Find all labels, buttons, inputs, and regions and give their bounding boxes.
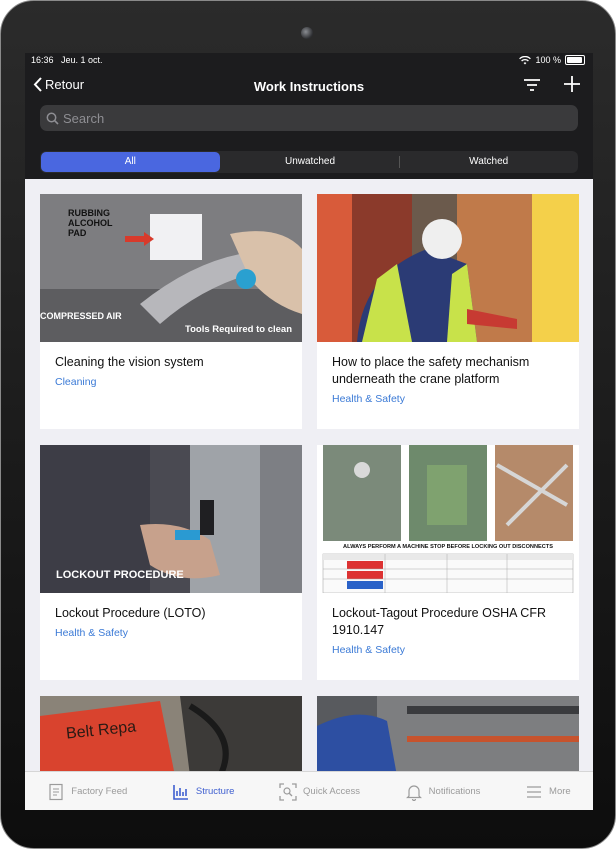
card-title: Lockout Procedure (LOTO) xyxy=(55,606,206,620)
plus-icon xyxy=(564,76,580,92)
card-category[interactable]: Health & Safety xyxy=(332,393,564,405)
feed-icon xyxy=(49,783,63,800)
card-thumbnail: LOCKOUT PROCEDURE xyxy=(40,445,302,593)
tab-more[interactable]: More xyxy=(525,783,571,801)
card-belt-repair[interactable]: Belt Repa xyxy=(40,696,302,771)
card-machine-operation[interactable] xyxy=(317,696,579,771)
menu-icon xyxy=(527,785,542,798)
status-time: 16:36 xyxy=(31,55,54,65)
card-thumbnail xyxy=(317,696,579,771)
tab-quick-access[interactable]: Quick Access xyxy=(279,782,361,801)
tab-structure[interactable]: Structure xyxy=(172,783,235,801)
card-category[interactable]: Health & Safety xyxy=(55,627,287,639)
card-safety-mechanism-crane[interactable]: How to place the safety mechanism undern… xyxy=(317,194,579,429)
card-lockout-procedure[interactable]: LOCKOUT PROCEDURE Lockout Procedure (LOT… xyxy=(40,445,302,680)
tab-notifications[interactable]: Notifications xyxy=(405,783,481,801)
thumbnail-label-lockout: LOCKOUT PROCEDURE xyxy=(56,569,184,581)
tab-watched[interactable]: Watched xyxy=(399,151,578,173)
thumbnail-label-tools: Tools Required to clean xyxy=(185,324,292,335)
scan-icon xyxy=(279,782,297,801)
card-cleaning-vision-system[interactable]: RUBBING ALCOHOL PAD COMPRESSED AIR Tools… xyxy=(40,194,302,429)
search-placeholder: Search xyxy=(63,110,105,126)
tab-bar: Factory Feed Structure Quick Access Noti… xyxy=(25,771,593,810)
card-thumbnail: ALWAYS PERFORM A MACHINE STOP BEFORE LOC… xyxy=(317,445,579,593)
search-input[interactable]: Search xyxy=(40,105,578,131)
status-date: Jeu. 1 oct. xyxy=(61,55,103,65)
card-category[interactable]: Health & Safety xyxy=(332,644,564,656)
tab-all[interactable]: All xyxy=(41,152,220,172)
bell-icon xyxy=(405,784,422,801)
tab-label: Notifications xyxy=(428,786,481,797)
tab-factory-feed[interactable]: Factory Feed xyxy=(47,783,127,801)
card-thumbnail: RUBBING ALCOHOL PAD COMPRESSED AIR Tools… xyxy=(40,194,302,342)
card-category[interactable]: Cleaning xyxy=(55,376,287,388)
page-title: Work Instructions xyxy=(253,79,365,94)
thumbnail-label-compressed-air: COMPRESSED AIR xyxy=(40,311,122,321)
thumbnail-banner: ALWAYS PERFORM A MACHINE STOP BEFORE LOC… xyxy=(343,544,553,550)
card-title: Cleaning the vision system xyxy=(55,355,204,369)
tablet-frame: 16:36 Jeu. 1 oct. 100 % Retour Work Inst… xyxy=(0,0,616,849)
instruction-grid: RUBBING ALCOHOL PAD COMPRESSED AIR Tools… xyxy=(25,179,593,771)
header-area: 16:36 Jeu. 1 oct. 100 % Retour Work Inst… xyxy=(25,53,593,179)
tab-label: More xyxy=(549,786,571,797)
tab-unwatched[interactable]: Unwatched xyxy=(221,151,400,173)
card-thumbnail xyxy=(317,194,579,342)
tab-label: Quick Access xyxy=(303,786,361,797)
wifi-icon xyxy=(519,55,532,64)
card-title: How to place the safety mechanism undern… xyxy=(332,355,530,386)
segmented-control: All Unwatched Watched xyxy=(40,151,578,173)
navigation-bar: Retour Work Instructions xyxy=(25,75,593,99)
card-title: Lockout-Tagout Procedure OSHA CFR 1910.1… xyxy=(332,606,546,637)
battery-percent: 100 % xyxy=(535,55,561,65)
screen: 16:36 Jeu. 1 oct. 100 % Retour Work Inst… xyxy=(25,53,593,810)
status-bar: 16:36 Jeu. 1 oct. 100 % xyxy=(31,55,585,69)
filter-button[interactable] xyxy=(523,77,541,98)
card-thumbnail: Belt Repa xyxy=(40,696,302,771)
thumbnail-label-alcohol: RUBBING ALCOHOL PAD xyxy=(68,208,113,238)
front-camera xyxy=(301,27,313,39)
battery-icon xyxy=(565,55,585,65)
card-lockout-tagout-osha[interactable]: ALWAYS PERFORM A MACHINE STOP BEFORE LOC… xyxy=(317,445,579,680)
tab-label: Factory Feed xyxy=(71,786,128,797)
tab-label: Structure xyxy=(195,786,235,797)
structure-icon xyxy=(173,784,188,800)
add-button[interactable] xyxy=(563,75,581,98)
search-icon xyxy=(46,112,59,125)
filter-icon xyxy=(524,79,540,91)
